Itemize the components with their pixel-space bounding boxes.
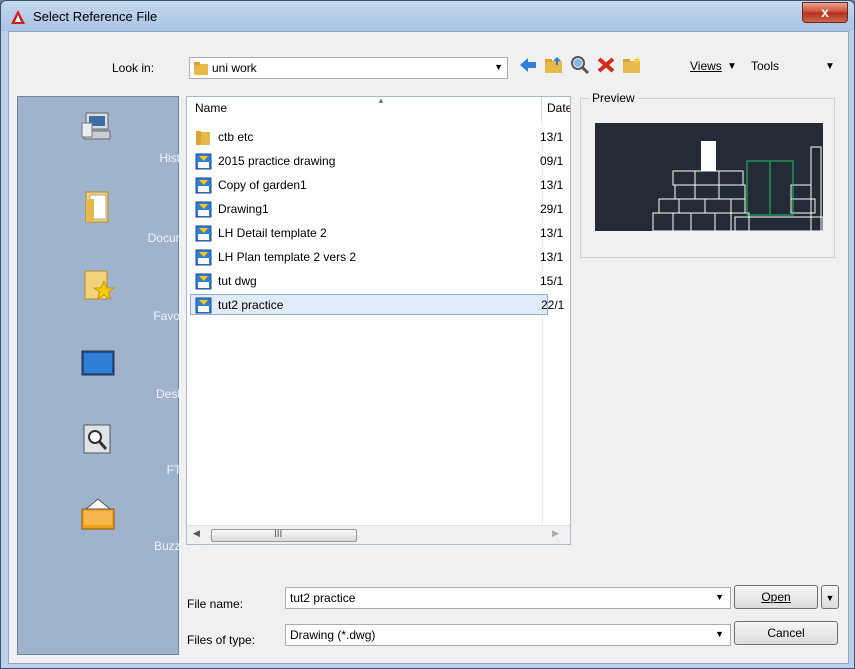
window-title: Select Reference File xyxy=(33,9,158,24)
dwg-file-icon xyxy=(195,153,212,170)
views-chevron-icon[interactable]: ▼ xyxy=(727,61,737,72)
dwg-file-icon xyxy=(195,249,212,266)
close-button[interactable]: x xyxy=(802,2,848,23)
preview-label: Preview xyxy=(589,91,638,105)
favorites-icon xyxy=(84,270,116,301)
chevron-down-icon[interactable]: ▼ xyxy=(715,592,724,602)
place-favorites[interactable]: Favorites xyxy=(18,267,203,337)
place-documents[interactable]: Documents xyxy=(18,189,208,259)
place-ftp[interactable]: FTP xyxy=(18,421,189,491)
list-item[interactable]: ctb etc 13/1 xyxy=(191,127,563,148)
cancel-button[interactable]: Cancel xyxy=(734,621,838,645)
up-folder-icon[interactable] xyxy=(543,54,565,76)
desktop-icon xyxy=(81,350,115,376)
look-in-dropdown[interactable]: uni work ▼ xyxy=(189,57,508,79)
documents-icon xyxy=(85,191,109,223)
history-icon xyxy=(81,112,111,140)
close-icon: x xyxy=(821,4,829,20)
folder-icon xyxy=(196,131,210,145)
scroll-left-icon[interactable]: ◀ xyxy=(193,528,200,539)
scrollbar-thumb[interactable]: III xyxy=(211,529,357,542)
dwg-file-icon xyxy=(195,177,212,194)
file-name-input[interactable]: tut2 practice ▼ xyxy=(285,587,731,609)
look-in-label: Look in: xyxy=(112,61,155,75)
chevron-down-icon: ▼ xyxy=(825,593,835,603)
dwg-file-icon xyxy=(195,297,212,314)
place-buzzsaw[interactable]: Buzzsaw xyxy=(18,497,202,567)
select-reference-file-dialog: Select Reference File x Look in: uni wor… xyxy=(0,0,855,669)
folder-icon xyxy=(194,62,208,75)
tools-chevron-icon[interactable]: ▼ xyxy=(825,61,835,72)
file-name-label: File name: xyxy=(187,597,244,611)
new-folder-icon[interactable] xyxy=(621,54,643,76)
file-list[interactable]: Name ▲ Date ctb etc 13/1 2015 practice d… xyxy=(186,96,571,545)
title-bar[interactable]: Select Reference File x xyxy=(1,1,854,31)
dwg-file-icon xyxy=(195,201,212,218)
list-item[interactable]: LH Plan template 2 vers 2 13/1 xyxy=(191,247,563,268)
ftp-icon xyxy=(83,424,111,454)
dwg-file-icon xyxy=(195,273,212,290)
search-web-icon[interactable] xyxy=(569,54,591,76)
list-item-selected[interactable]: tut2 practice 22/1 xyxy=(190,294,564,315)
place-history[interactable]: History xyxy=(18,109,197,179)
dwg-file-icon xyxy=(195,225,212,242)
preview-group: Preview xyxy=(580,91,835,258)
scroll-right-icon[interactable]: ▶ xyxy=(552,528,559,539)
list-item[interactable]: tut dwg 15/1 xyxy=(191,271,563,292)
horizontal-scrollbar[interactable]: ◀ III ▶ xyxy=(187,525,570,544)
list-item[interactable]: LH Detail template 2 13/1 xyxy=(191,223,563,244)
drawing-preview-image xyxy=(595,123,823,231)
files-of-type-dropdown[interactable]: Drawing (*.dwg) ▼ xyxy=(285,624,731,646)
buzzsaw-icon xyxy=(81,498,115,530)
column-header-date[interactable]: Date xyxy=(543,97,570,121)
autocad-logo-icon xyxy=(11,10,25,24)
open-options-button[interactable]: ▼ xyxy=(821,585,839,609)
delete-icon[interactable] xyxy=(595,54,617,76)
column-header-name[interactable]: Name ▲ xyxy=(187,97,542,121)
tools-menu[interactable]: Tools xyxy=(751,59,779,73)
back-icon[interactable] xyxy=(517,54,539,76)
places-bar: History Documents Favorites Desktop FTP … xyxy=(17,96,208,655)
place-desktop[interactable]: Desktop xyxy=(18,345,200,415)
list-item[interactable]: Drawing1 29/1 xyxy=(191,199,563,220)
list-item[interactable]: 2015 practice drawing 09/1 xyxy=(191,151,563,172)
list-item[interactable]: Copy of garden1 13/1 xyxy=(191,175,563,196)
files-of-type-label: Files of type: xyxy=(187,633,256,647)
open-button[interactable]: Open xyxy=(734,585,818,609)
sort-ascending-icon: ▲ xyxy=(377,96,385,105)
chevron-down-icon: ▼ xyxy=(715,629,724,639)
chevron-down-icon: ▼ xyxy=(494,62,503,72)
dialog-body: Look in: uni work ▼ Views ▼ Tools ▼ Hist… xyxy=(8,31,849,664)
views-menu[interactable]: Views xyxy=(690,59,722,73)
